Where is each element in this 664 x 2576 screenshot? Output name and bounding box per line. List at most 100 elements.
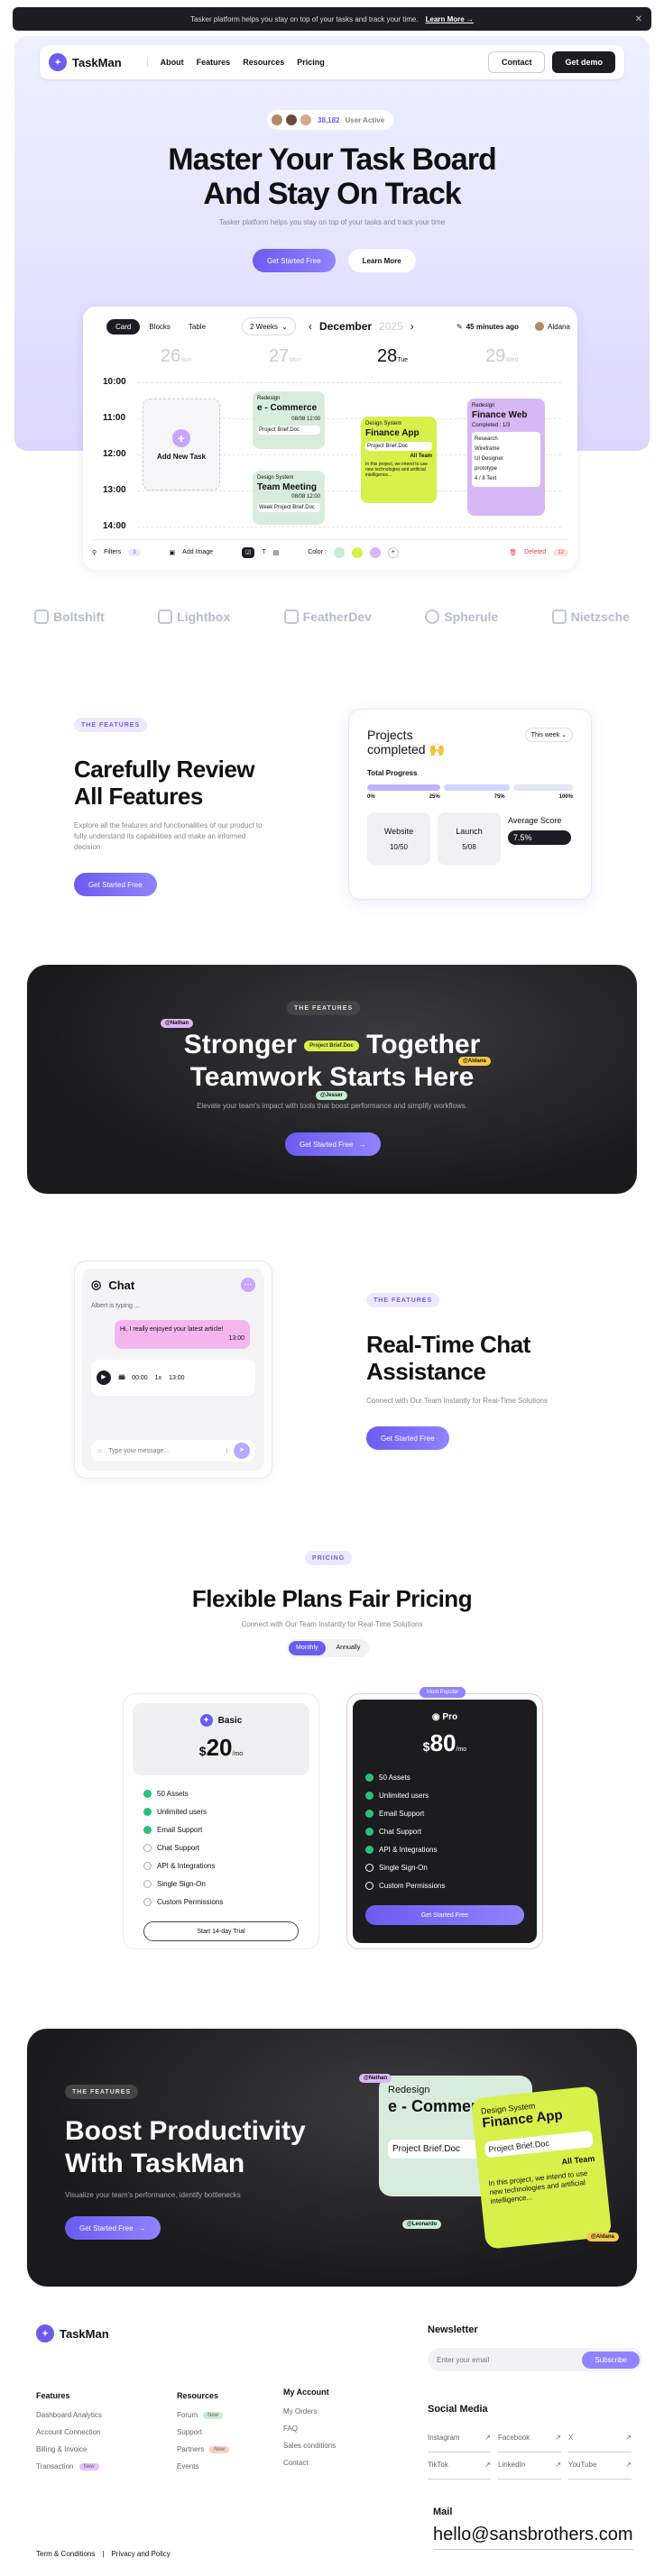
tab-card[interactable]: Card (106, 318, 141, 335)
checklist-item[interactable]: Wireframe (475, 445, 538, 454)
check-icon (143, 1807, 152, 1816)
brand-logo[interactable]: ✦ TaskMan (49, 53, 122, 71)
footer-link[interactable]: Forum (177, 2411, 198, 2419)
color-swatch[interactable] (351, 546, 363, 558)
text-tool-icon[interactable]: T (262, 549, 265, 555)
subscribe-button[interactable]: Subscribe (582, 2351, 640, 2369)
checklist-item[interactable]: Research (475, 435, 538, 445)
footer-logo[interactable]: ✦ TaskMan (36, 2324, 109, 2342)
social-linkedin[interactable]: LinkedIn ↗ (498, 2454, 561, 2480)
more-icon[interactable]: ⋯ (241, 1278, 255, 1292)
footer-link[interactable]: Events (177, 2462, 229, 2471)
plus-icon[interactable]: + (387, 546, 399, 558)
nav-resources[interactable]: Resources (243, 58, 284, 67)
footer-link[interactable]: Account Connection (36, 2428, 102, 2436)
newsletter-email-input[interactable] (437, 2355, 583, 2364)
nav-pricing[interactable]: Pricing (297, 58, 325, 67)
task-card-finance-web[interactable]: Redesign Finance Web Completed : 1/3 Res… (467, 399, 545, 516)
range-select[interactable]: 2 Weeks ⌄ (242, 317, 296, 335)
footer-link[interactable]: Partners (177, 2445, 204, 2453)
plan-feature: Chat Support (365, 1822, 524, 1840)
play-icon[interactable]: ▶ (97, 1371, 111, 1385)
tab-blocks[interactable]: Blocks (140, 319, 180, 335)
color-swatch[interactable] (333, 546, 345, 558)
tab-table[interactable]: Table (180, 319, 215, 335)
teamwork-cta-button[interactable]: Get Started Free → (285, 1132, 381, 1156)
task-card-ecommerce[interactable]: Redesign e - Commerce 08/08 12:00 Projec… (253, 391, 325, 449)
filters-label[interactable]: Filters (104, 549, 121, 555)
get-demo-button[interactable]: Get demo (552, 51, 615, 73)
trash-icon[interactable]: 🗑 (509, 549, 517, 556)
color-swatch[interactable] (369, 546, 381, 558)
hero-get-started-button[interactable]: Get Started Free (253, 249, 336, 272)
mail-link[interactable]: hello@sansbrothers.com (433, 2525, 633, 2550)
brand-featherdev: FeatherDev (283, 610, 372, 624)
social-youtube[interactable]: YouTube ↗ (568, 2454, 632, 2480)
period-select[interactable]: This week ⌄ (524, 728, 573, 742)
footer-link[interactable]: Contact (283, 2459, 336, 2467)
checklist-item[interactable]: UI Designer (475, 454, 538, 464)
social-instagram[interactable]: Instagram ↗ (428, 2427, 491, 2452)
chevron-right-icon[interactable]: › (410, 320, 414, 333)
footer-link[interactable]: Transaction (36, 2462, 74, 2471)
social-tiktok[interactable]: TikTok ↗ (428, 2454, 491, 2480)
terms-link[interactable]: Term & Conditions (36, 2550, 95, 2558)
feature-label: Custom Permissions (157, 1897, 224, 1906)
pro-get-started-button[interactable]: Get Started Free (365, 1905, 524, 1925)
note-tool-icon[interactable]: ▤ (273, 549, 280, 556)
social-x[interactable]: X ↗ (568, 2427, 632, 2452)
website-stat: Website 10/50 (367, 812, 430, 865)
basic-trial-button[interactable]: Start 14-day Trial (143, 1921, 299, 1941)
add-task-card[interactable]: + Add New Task (143, 399, 220, 490)
close-icon[interactable]: ✕ (635, 14, 642, 24)
announcement-text: Tasker platform helps you stay on top of… (190, 14, 419, 23)
price-period: /mo (232, 1751, 244, 1757)
pricing-pill: PRICING (305, 1551, 353, 1565)
features-cta-button[interactable]: Get Started Free (74, 873, 157, 896)
boost-cta-button[interactable]: Get Started Free → (65, 2216, 161, 2240)
social-facebook[interactable]: Facebook ↗ (498, 2427, 561, 2452)
footer-link[interactable]: Billing & Invoice (36, 2445, 102, 2453)
check-icon (365, 1809, 374, 1818)
footer-link[interactable]: Dashboard Analytics (36, 2411, 102, 2419)
emoji-icon[interactable]: ☺ (97, 1448, 103, 1454)
announcement-link[interactable]: Learn More → (426, 15, 474, 23)
feature-label: 50 Assets (157, 1789, 189, 1798)
toggle-monthly[interactable]: Monthly (289, 1641, 326, 1655)
chevron-left-icon[interactable]: ‹ (309, 320, 312, 333)
task-card-finance-app[interactable]: Design System Finance App Project Brief.… (361, 417, 437, 503)
boost-section: THE FEATURES Boost Productivity With Task… (27, 2029, 637, 2287)
chat-input[interactable] (108, 1447, 220, 1454)
check-icon (143, 1825, 152, 1834)
attach-icon[interactable]: ⌇ (226, 1447, 228, 1454)
nav-about[interactable]: About (161, 58, 184, 67)
privacy-link[interactable]: Privacy and Policy (111, 2550, 170, 2558)
day-name: Sun (180, 357, 192, 363)
check-icon (143, 1789, 152, 1798)
deleted-label[interactable]: Deleted (524, 549, 546, 555)
plan-feature: API & Integrations (143, 1856, 299, 1875)
footer-link[interactable]: FAQ (283, 2425, 336, 2433)
features-pill: THE FEATURES (74, 718, 148, 732)
nav-features[interactable]: Features (197, 58, 231, 67)
footer-link[interactable]: My Orders (283, 2407, 336, 2416)
send-icon[interactable]: ➤ (234, 1443, 250, 1459)
avatar (534, 321, 545, 332)
toggle-annually[interactable]: Annually (329, 1641, 368, 1655)
task-card-meeting[interactable]: Design System Team Meeting 08/08 12:00 W… (253, 471, 325, 525)
voice-speed[interactable]: 1x (155, 1375, 161, 1381)
image-icon[interactable]: ▣ (170, 549, 176, 556)
task-board: Card Blocks Table 2 Weeks ⌄ ‹ December 2025… (83, 307, 577, 570)
hero-learn-more-button[interactable]: Learn More (347, 249, 416, 272)
footer-link[interactable]: Sales conditions (283, 2442, 336, 2450)
plan-feature: Email Support (365, 1804, 524, 1822)
user-chip[interactable]: Aldana (534, 317, 570, 335)
checklist-item[interactable]: prototype (475, 464, 538, 474)
filter-icon[interactable]: ⚲ (92, 549, 97, 556)
chat-cta-button[interactable]: Get Started Free (366, 1426, 449, 1450)
boost-card-finance[interactable]: Design System Finance App Project Brief.… (470, 2086, 613, 2250)
checkbox-tool-icon[interactable]: ☑ (242, 546, 255, 558)
add-image-label[interactable]: Add Image (182, 549, 213, 555)
footer-link[interactable]: Support (177, 2428, 229, 2436)
contact-button[interactable]: Contact (487, 51, 546, 73)
